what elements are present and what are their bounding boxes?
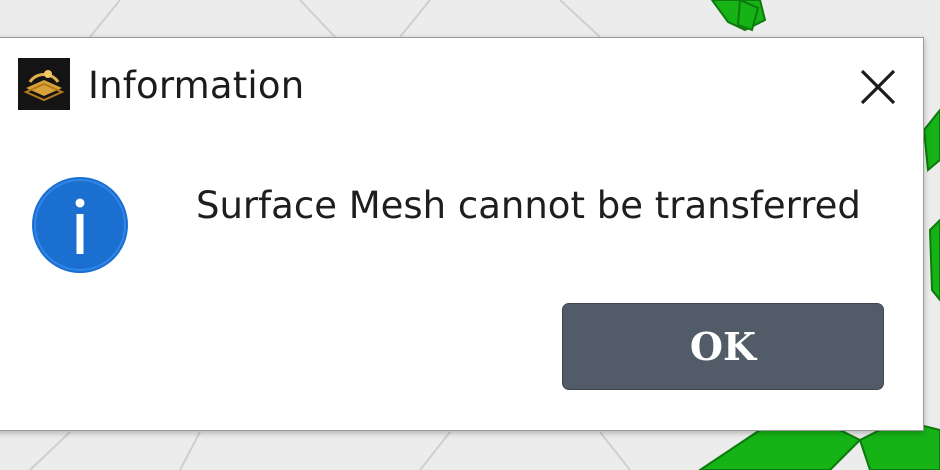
information-dialog: Information Surface Mesh cannot be trans… — [0, 37, 924, 431]
dialog-body: Surface Mesh cannot be transferred OK — [0, 136, 923, 430]
dialog-message: Surface Mesh cannot be transferred — [196, 184, 861, 227]
dialog-title: Information — [88, 64, 305, 107]
dialog-titlebar: Information — [0, 38, 923, 136]
info-icon — [31, 176, 129, 274]
close-icon — [860, 69, 896, 105]
ok-button[interactable]: OK — [562, 303, 884, 390]
close-button[interactable] — [855, 64, 901, 110]
app-logo-icon — [18, 58, 70, 110]
